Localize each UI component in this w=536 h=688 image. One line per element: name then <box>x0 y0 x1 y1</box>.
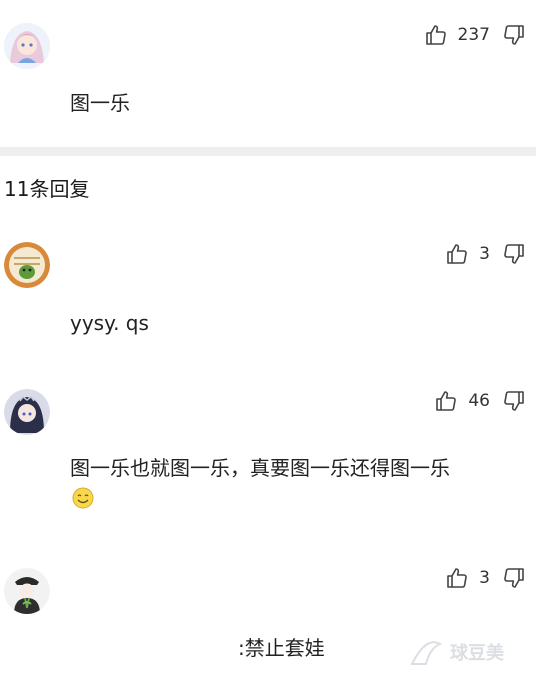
comment-text: yysy. qs <box>70 311 149 335</box>
like-count: 237 <box>457 25 490 45</box>
replies-count-header: 11条回复 <box>4 177 90 201</box>
avatar[interactable] <box>4 568 50 614</box>
thumbs-down-icon[interactable] <box>502 23 526 47</box>
smile-emoji-icon <box>72 487 94 509</box>
thumbs-up-icon[interactable] <box>434 389 458 413</box>
watermark-logo-icon <box>410 641 443 665</box>
top-comment: 237 图一乐 <box>0 0 536 147</box>
thumbs-down-icon[interactable] <box>502 566 526 590</box>
thumbs-up-icon[interactable] <box>424 23 448 47</box>
watermark-text: 球豆美 <box>450 643 504 664</box>
comment-text: 图一乐 <box>70 91 130 115</box>
vote-actions: 237 <box>424 19 526 51</box>
comment-thread: 237 图一乐 11条回复 3 yysy. qs 46 图一乐也就图一乐，真要图… <box>0 0 536 688</box>
avatar[interactable] <box>4 242 50 288</box>
avatar[interactable] <box>4 23 50 69</box>
thumbs-down-icon[interactable] <box>502 242 526 266</box>
comment-text: :禁止套娃 <box>238 636 325 660</box>
watermark: 球豆美 <box>408 634 504 670</box>
vote-actions: 3 <box>445 238 526 270</box>
comment-text: 图一乐也就图一乐，真要图一乐还得图一乐 <box>70 456 450 480</box>
avatar[interactable] <box>4 389 50 435</box>
like-count: 3 <box>479 568 490 588</box>
thumbs-up-icon[interactable] <box>445 566 469 590</box>
vote-actions: 46 <box>434 385 526 417</box>
thumbs-up-icon[interactable] <box>445 242 469 266</box>
section-divider <box>0 147 536 156</box>
like-count: 46 <box>468 391 490 411</box>
like-count: 3 <box>479 244 490 264</box>
reply-item: 3 yysy. qs <box>0 225 536 355</box>
vote-actions: 3 <box>445 562 526 594</box>
thumbs-down-icon[interactable] <box>502 389 526 413</box>
